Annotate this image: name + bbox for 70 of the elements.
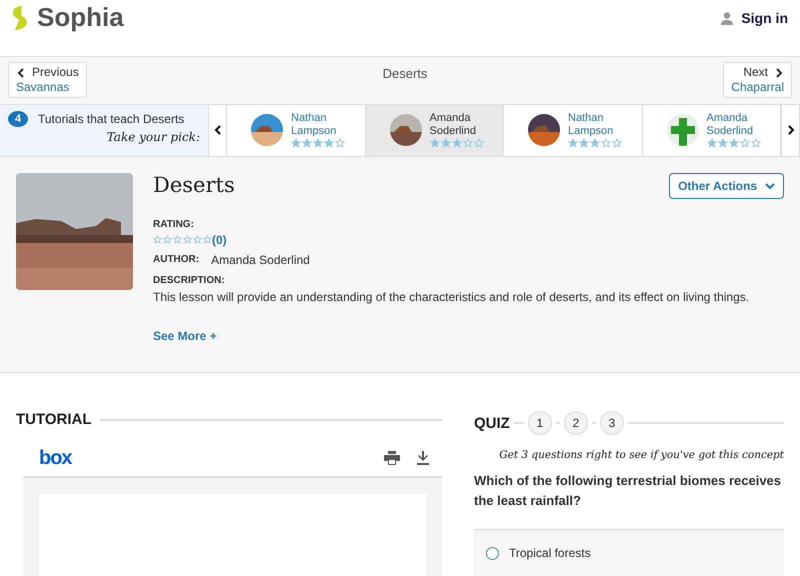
star-icon bbox=[568, 138, 578, 148]
next-button[interactable]: Next Chaparral bbox=[723, 62, 792, 98]
star-icon bbox=[718, 138, 728, 148]
star-icon bbox=[163, 235, 172, 244]
star-icon bbox=[193, 235, 202, 244]
tutorial-card[interactable]: Amanda Soderlind bbox=[366, 105, 504, 156]
user-icon bbox=[721, 12, 734, 24]
quiz-step: 2 bbox=[564, 411, 588, 435]
chevron-left-icon bbox=[212, 125, 222, 136]
quiz-step: 1 bbox=[528, 411, 552, 435]
see-more-link[interactable]: See More + bbox=[153, 328, 784, 343]
chevron-down-icon bbox=[765, 180, 775, 191]
star-icon bbox=[452, 138, 462, 148]
rating-label: RATING: bbox=[153, 218, 195, 230]
star-icon bbox=[740, 138, 750, 148]
intro-text: Tutorials that teach Deserts bbox=[38, 112, 184, 126]
scroll-right-button[interactable] bbox=[781, 105, 800, 156]
answer-text: Tropical forests bbox=[509, 546, 591, 560]
star-icon bbox=[173, 235, 182, 244]
star-icon bbox=[324, 138, 334, 148]
star-icon bbox=[601, 138, 611, 148]
star-icon bbox=[430, 138, 440, 148]
chevron-right-icon bbox=[786, 125, 796, 136]
star-icon bbox=[335, 138, 345, 148]
star-icon bbox=[590, 138, 600, 148]
star-icon bbox=[462, 138, 472, 148]
quiz-question: Which of the following terrestrial biomes receives the least rainfall? bbox=[474, 472, 782, 510]
sign-in-link[interactable]: Sign in bbox=[721, 10, 788, 26]
star-icon bbox=[750, 138, 760, 148]
author-name: Nathan Lampson bbox=[291, 112, 338, 138]
radio-button[interactable] bbox=[486, 546, 499, 560]
tagline: Take your pick: bbox=[106, 130, 200, 144]
chevron-left-icon bbox=[16, 68, 26, 78]
tutorial-card[interactable]: Amanda Soderlind bbox=[642, 105, 781, 156]
chevron-right-icon bbox=[774, 68, 784, 78]
previous-button[interactable]: Previous Savannas bbox=[8, 62, 87, 98]
star-icon bbox=[728, 138, 738, 148]
star-icon bbox=[183, 235, 192, 244]
description-text: This lesson will provide an understanding of the characteristics and role of deserts, and its effect on living things. bbox=[153, 290, 750, 304]
star-icon bbox=[612, 138, 622, 148]
download-icon[interactable] bbox=[416, 451, 430, 465]
description-label: DESCRIPTION: bbox=[153, 274, 226, 286]
quiz-heading: QUIZ bbox=[474, 414, 510, 432]
count-badge: 4 bbox=[8, 111, 28, 128]
author-label: AUTHOR: bbox=[153, 254, 200, 266]
rating-count: (0) bbox=[212, 232, 227, 247]
star-icon bbox=[203, 235, 212, 244]
star-icon bbox=[579, 138, 589, 148]
star-icon bbox=[291, 138, 301, 148]
quiz-step: 3 bbox=[600, 411, 624, 435]
author-name: Nathan Lampson bbox=[568, 112, 614, 138]
star-icon bbox=[474, 138, 484, 148]
box-logo: box bbox=[39, 446, 72, 470]
answer-option[interactable]: Tropical forests bbox=[474, 529, 784, 576]
lesson-title: Deserts bbox=[153, 172, 235, 197]
star-icon bbox=[313, 138, 323, 148]
star-icon bbox=[706, 138, 716, 148]
star-icon bbox=[440, 138, 450, 148]
print-icon[interactable] bbox=[384, 451, 400, 465]
nav-title: Deserts bbox=[382, 66, 428, 81]
author-name: Amanda Soderlind bbox=[430, 112, 477, 138]
star-icon bbox=[302, 138, 312, 148]
logo-text: Sophia bbox=[37, 2, 124, 33]
tutorial-heading: TUTORIAL bbox=[16, 411, 92, 428]
quiz-tagline: Get 3 questions right to see if you've got this concept bbox=[498, 449, 784, 461]
author-name: Amanda Soderlind bbox=[706, 112, 754, 138]
scroll-left-button[interactable] bbox=[208, 105, 227, 156]
other-actions-button[interactable]: Other Actions bbox=[669, 172, 784, 199]
author-name: Amanda Soderlind bbox=[211, 252, 310, 267]
star-icon bbox=[153, 235, 162, 244]
